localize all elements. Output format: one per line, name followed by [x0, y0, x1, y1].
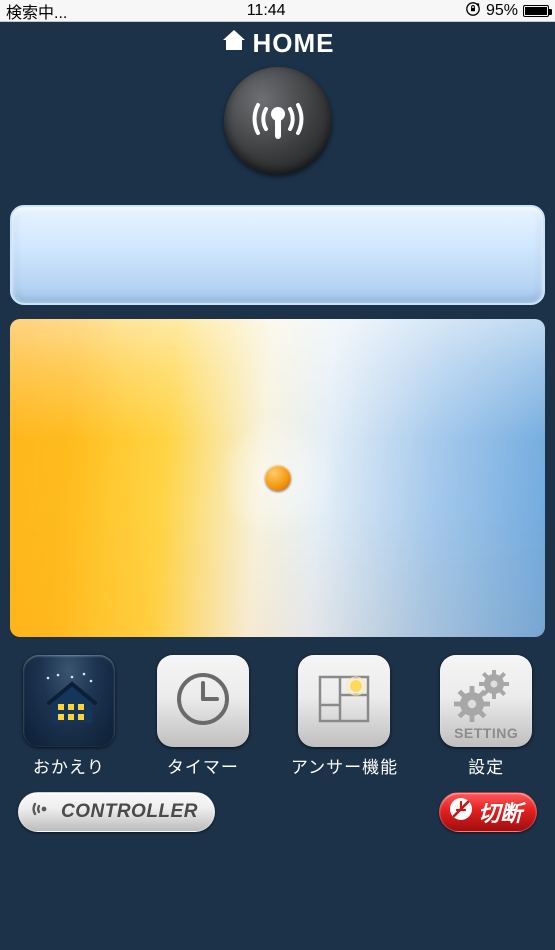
status-bar: 検索中... 11:44 95% [0, 0, 555, 22]
broadcast-button[interactable] [224, 67, 332, 175]
controller-label: CONTROLLER [61, 801, 198, 823]
house-lights-icon [38, 668, 100, 735]
disconnect-icon [448, 796, 474, 828]
mode-button-row: おかえり タイマー [0, 655, 555, 778]
bottom-controls: CONTROLLER 切断 [0, 778, 555, 832]
status-battery-pct: 95% [486, 2, 518, 20]
setting-tile: SETTING [440, 655, 532, 747]
okaeri-tile [23, 655, 115, 747]
disconnect-label: 切断 [478, 796, 522, 828]
answer-label: アンサー機能 [291, 753, 398, 778]
status-display [10, 205, 545, 305]
okaeri-button[interactable]: おかえり [23, 655, 115, 778]
disconnect-button[interactable]: 切断 [439, 792, 537, 832]
answer-button[interactable]: アンサー機能 [291, 655, 398, 778]
signal-icon [31, 798, 53, 826]
page-title-row: HOME [0, 28, 555, 59]
home-icon [221, 28, 247, 59]
antenna-icon [240, 81, 316, 162]
clock-icon [173, 669, 233, 734]
timer-label: タイマー [167, 753, 239, 778]
setting-inner-label: SETTING [454, 725, 518, 741]
page-title: HOME [253, 28, 335, 59]
timer-button[interactable]: タイマー [157, 655, 249, 778]
status-right: 95% [465, 1, 549, 20]
status-searching: 検索中... [6, 0, 67, 23]
battery-icon [523, 5, 549, 17]
status-time: 11:44 [71, 2, 461, 20]
answer-tile [298, 655, 390, 747]
okaeri-label: おかえり [33, 753, 105, 778]
controller-button[interactable]: CONTROLLER [18, 792, 215, 832]
gears-icon [450, 670, 522, 733]
timer-tile [157, 655, 249, 747]
rotation-lock-icon [465, 1, 481, 20]
setting-label: 設定 [468, 753, 504, 778]
color-temperature-pad[interactable] [10, 319, 545, 637]
setting-button[interactable]: SETTING 設定 [440, 655, 532, 778]
floorplan-icon [312, 667, 376, 736]
color-cursor[interactable] [265, 465, 291, 491]
